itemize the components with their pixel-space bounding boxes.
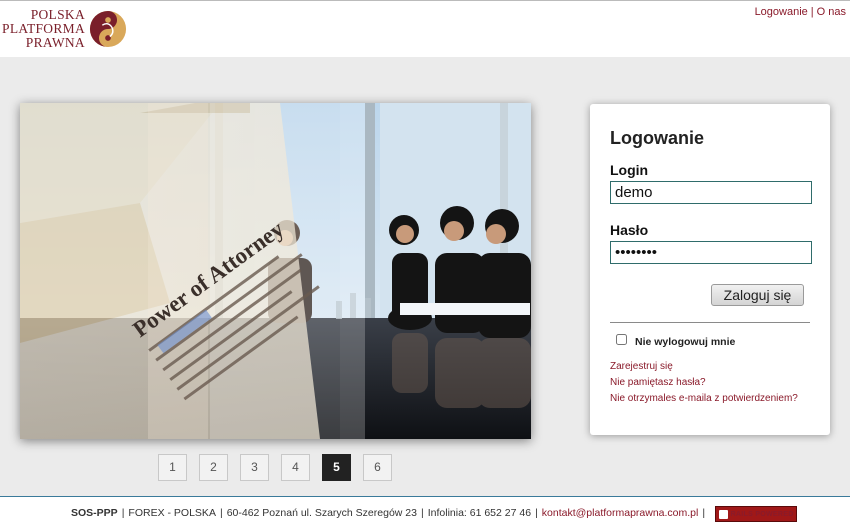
login-help-links: Zarejestruj się Nie pamiętasz hasła? Nie… xyxy=(610,359,798,407)
rails-icon xyxy=(718,509,728,519)
about-link[interactable]: O nas xyxy=(817,6,846,18)
pager-page-6[interactable]: 6 xyxy=(363,454,392,481)
footer-separator: | xyxy=(121,507,125,519)
hero-slideshow-image: Power of Attorney xyxy=(20,103,531,439)
pager-page-1[interactable]: 1 xyxy=(158,454,187,481)
site-logo[interactable]: POLSKA PLATFORMA PRAWNA xyxy=(2,7,129,52)
top-bar: POLSKA PLATFORMA PRAWNA Logowanie | O nas xyxy=(0,0,850,57)
pager-page-3[interactable]: 3 xyxy=(240,454,269,481)
page-footer: SOS-PPP | FOREX - POLSKA | 60-462 Poznań… xyxy=(0,496,850,525)
rails-badge-text: RAILS POWERED xyxy=(730,510,794,518)
login-panel: Logowanie Login Hasło Zaloguj się Nie wy… xyxy=(590,104,830,435)
footer-email-link[interactable]: kontakt@platformaprawna.com.pl xyxy=(542,507,699,519)
login-divider xyxy=(610,322,810,323)
password-label: Hasło xyxy=(610,222,649,238)
footer-hotline: Infolinia: 61 652 27 46 xyxy=(427,507,532,519)
forgot-password-link[interactable]: Nie pamiętasz hasła? xyxy=(610,375,798,391)
remember-me-label: Nie wylogowuj mnie xyxy=(635,336,736,348)
top-links: Logowanie | O nas xyxy=(755,6,846,18)
register-link[interactable]: Zarejestruj się xyxy=(610,359,798,375)
login-input[interactable] xyxy=(610,181,812,204)
login-panel-title: Logowanie xyxy=(610,128,704,148)
footer-separator: | xyxy=(702,507,706,519)
rails-powered-badge[interactable]: RAILS POWERED xyxy=(715,506,798,522)
footer-separator: | xyxy=(535,507,538,519)
login-label: Login xyxy=(610,162,649,178)
hero-illustration: Power of Attorney xyxy=(20,103,531,439)
link-separator: | xyxy=(810,6,814,18)
pager-page-4[interactable]: 4 xyxy=(281,454,310,481)
footer-separator: | xyxy=(219,507,223,519)
remember-me-checkbox[interactable] xyxy=(616,333,627,345)
pager-page-5-active[interactable]: 5 xyxy=(322,454,351,481)
login-submit-button[interactable]: Zaloguj się xyxy=(711,284,804,306)
resend-confirmation-link[interactable]: Nie otrzymales e-maila z potwierdzeniem? xyxy=(610,391,798,407)
footer-partner: FOREX - POLSKA xyxy=(128,507,216,519)
footer-separator: | xyxy=(420,507,424,519)
footer-address: 60-462 Poznań ul. Szarych Szeregów 23 xyxy=(226,507,417,519)
footer-company: SOS-PPP xyxy=(71,507,118,519)
logo-mark-icon xyxy=(89,10,127,48)
login-link[interactable]: Logowanie xyxy=(755,6,808,18)
password-input[interactable] xyxy=(610,241,812,264)
slideshow-pager: 1 2 3 4 5 6 xyxy=(158,454,392,481)
remember-me: Nie wylogowuj mnie xyxy=(616,333,736,348)
pager-page-2[interactable]: 2 xyxy=(199,454,228,481)
logo-wordmark: POLSKA PLATFORMA PRAWNA xyxy=(2,7,85,50)
